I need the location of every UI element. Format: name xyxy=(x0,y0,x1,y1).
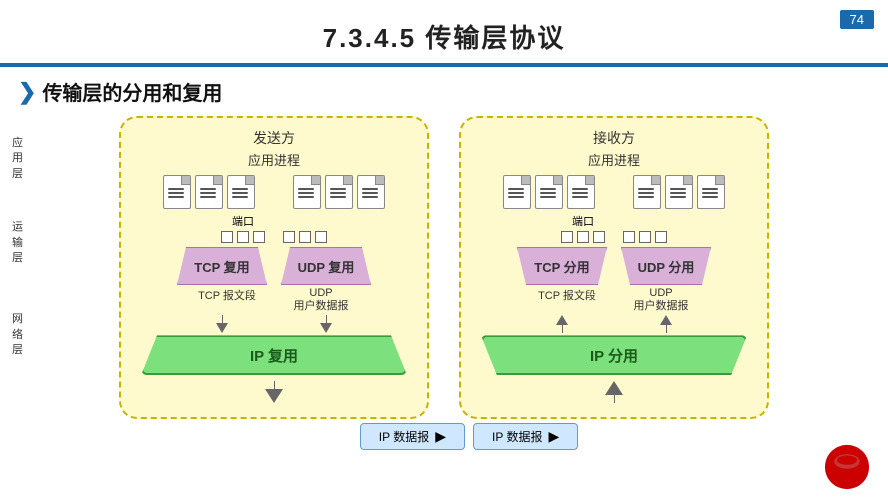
receiver-arrow-right-icon: ▶ xyxy=(548,428,559,445)
sender-doc-1 xyxy=(163,175,191,209)
receiver-udp-ports: 端口 xyxy=(623,213,667,243)
sender-udp-arrow-down xyxy=(281,315,371,333)
sender-tcp-ports: 端口 xyxy=(221,213,265,243)
sender-port-sq-3 xyxy=(253,231,265,243)
section-arrow-icon: ❯ xyxy=(18,79,36,105)
sender-tcp-segment-label: TCP 报文段 xyxy=(182,287,272,303)
sender-doc-row xyxy=(133,175,415,209)
receiver-port-squares-left xyxy=(561,231,605,243)
receiver-arrows-from-ip xyxy=(473,315,755,333)
sender-arrow-right-icon: ▶ xyxy=(435,428,446,445)
receiver-port-sq-3 xyxy=(593,231,605,243)
receiver-doc-3 xyxy=(567,175,595,209)
receiver-ip-section: IP 分用 xyxy=(481,335,747,375)
receiver-doc-5 xyxy=(665,175,693,209)
sender-port-sq-6 xyxy=(315,231,327,243)
page-header: 7.3.4.5 传输层协议 74 xyxy=(0,0,888,67)
receiver-segment-labels: TCP 报文段 UDP用户数据报 xyxy=(473,287,755,313)
sender-app-process: 应用进程 xyxy=(133,150,415,169)
redhat-logo-svg xyxy=(824,444,870,490)
receiver-tcp-funnel-wrap: TCP 分用 xyxy=(517,247,607,285)
sender-title: 发送方 xyxy=(133,128,415,148)
sender-ip-datagram-section: IP 数据报 ▶ xyxy=(360,423,465,450)
sender-port-sq-4 xyxy=(283,231,295,243)
sender-ip-datagram-text: IP 数据报 xyxy=(379,428,429,445)
sender-doc-6 xyxy=(357,175,385,209)
sender-doc-group-right xyxy=(293,175,385,209)
receiver-doc-1 xyxy=(503,175,531,209)
receiver-ip-arrow-up xyxy=(473,381,755,403)
receiver-port-label-left: 端口 xyxy=(572,213,594,229)
receiver-port-sq-6 xyxy=(655,231,667,243)
receiver-title: 接收方 xyxy=(473,128,755,148)
receiver-tcp-segment-label: TCP 报文段 xyxy=(522,287,612,303)
receiver-doc-row xyxy=(473,175,755,209)
receiver-ip-datagram-section: IP 数据报 ▶ xyxy=(473,423,578,450)
receiver-udp-arrow-up xyxy=(621,315,711,333)
sender-port-squares-right xyxy=(283,231,327,243)
sender-doc-3 xyxy=(227,175,255,209)
receiver-port-sq-2 xyxy=(577,231,589,243)
sender-ip-section: IP 复用 xyxy=(141,335,407,375)
sender-segment-labels: TCP 报文段 UDP用户数据报 xyxy=(133,287,415,313)
receiver-udp-datagram-label: UDP用户数据报 xyxy=(616,287,706,313)
slide-number: 74 xyxy=(840,10,874,29)
slide-title: 7.3.4.5 传输层协议 xyxy=(0,0,888,63)
receiver-doc-2 xyxy=(535,175,563,209)
sender-ip-datagram-box: IP 数据报 ▶ xyxy=(360,423,465,450)
sender-box: 发送方 应用进程 端口 xyxy=(119,116,429,419)
sender-port-sq-2 xyxy=(237,231,249,243)
sender-udp-funnel: UDP 复用 xyxy=(281,247,371,285)
sender-ip-box: IP 复用 xyxy=(141,335,407,375)
receiver-udp-funnel: UDP 分用 xyxy=(621,247,711,285)
receiver-doc-6 xyxy=(697,175,725,209)
sender-port-sq-1 xyxy=(221,231,233,243)
sender-doc-5 xyxy=(325,175,353,209)
receiver-doc-group-left xyxy=(503,175,595,209)
receiver-box: 接收方 应用进程 端口 xyxy=(459,116,769,419)
receiver-ip-box: IP 分用 xyxy=(481,335,747,375)
sender-ip-arrow-down xyxy=(133,381,415,403)
section-title: ❯ 传输层的分用和复用 xyxy=(0,77,888,106)
redhat-logo xyxy=(824,444,870,490)
receiver-port-sq-5 xyxy=(639,231,651,243)
sender-port-row: 端口 端口 xyxy=(133,213,415,243)
receiver-ip-datagram-box: IP 数据报 ▶ xyxy=(473,423,578,450)
receiver-app-process: 应用进程 xyxy=(473,150,755,169)
receiver-doc-4 xyxy=(633,175,661,209)
diagram-area: 发送方 应用进程 端口 xyxy=(0,116,888,419)
sender-udp-funnel-wrap: UDP 复用 xyxy=(281,247,371,285)
receiver-tcp-arrow-up xyxy=(517,315,607,333)
sender-doc-2 xyxy=(195,175,223,209)
sender-tcp-funnel-wrap: TCP 复用 xyxy=(177,247,267,285)
receiver-port-sq-4 xyxy=(623,231,635,243)
receiver-port-sq-1 xyxy=(561,231,573,243)
sender-port-squares-left xyxy=(221,231,265,243)
sender-port-sq-5 xyxy=(299,231,311,243)
header-bar xyxy=(0,63,888,67)
receiver-port-squares-right xyxy=(623,231,667,243)
receiver-port-row: 端口 端口 xyxy=(473,213,755,243)
sender-tcp-arrow-down xyxy=(177,315,267,333)
sender-doc-4 xyxy=(293,175,321,209)
sender-doc-group-left xyxy=(163,175,255,209)
receiver-funnel-row: TCP 分用 UDP 分用 xyxy=(473,247,755,285)
receiver-ip-datagram-text: IP 数据报 xyxy=(492,428,542,445)
sender-udp-ports: 端口 xyxy=(283,213,327,243)
receiver-doc-group-right xyxy=(633,175,725,209)
receiver-tcp-ports: 端口 xyxy=(561,213,605,243)
section-title-text: 传输层的分用和复用 xyxy=(42,77,222,106)
sender-tcp-funnel: TCP 复用 xyxy=(177,247,267,285)
sender-funnel-row: TCP 复用 UDP 复用 xyxy=(133,247,415,285)
sender-port-label-left: 端口 xyxy=(232,213,254,229)
receiver-udp-funnel-wrap: UDP 分用 xyxy=(621,247,711,285)
sender-udp-datagram-label: UDP用户数据报 xyxy=(276,287,366,313)
receiver-tcp-funnel: TCP 分用 xyxy=(517,247,607,285)
sender-arrows-to-ip xyxy=(133,315,415,333)
bottom-datagram-row: IP 数据报 ▶ IP 数据报 ▶ xyxy=(0,423,888,450)
